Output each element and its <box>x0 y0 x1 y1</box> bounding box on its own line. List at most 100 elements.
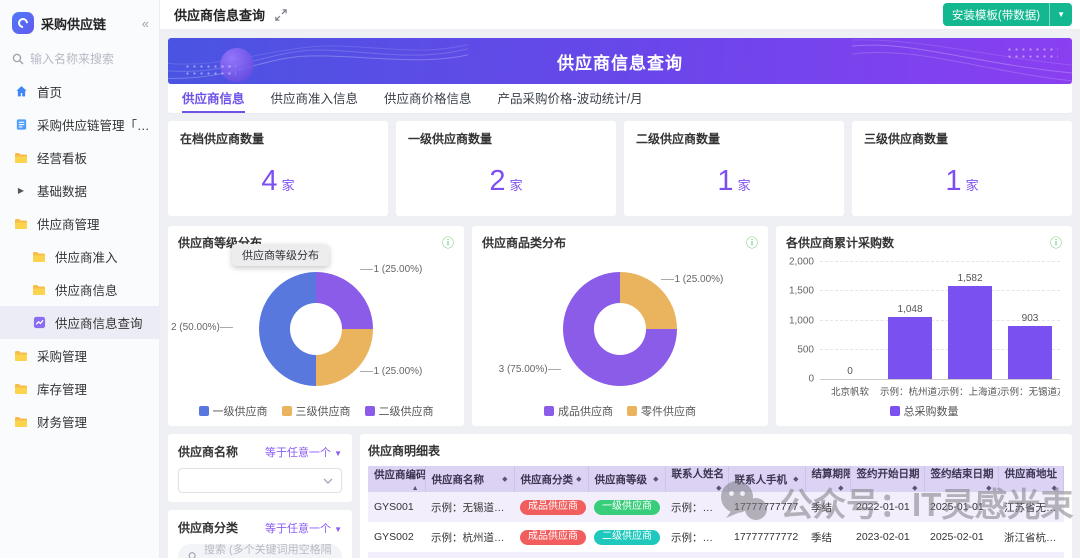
supplier-name-filter-operator[interactable]: 等于任意一个 ▼ <box>265 444 342 460</box>
x-axis-labels: 北京帆软示例：杭州道友云示例：上海道友云示例：无锡道友云 <box>820 384 1060 398</box>
bar-slot: 1,582 <box>940 286 1000 379</box>
sidebar-item-finance-mgmt[interactable]: 财务管理 <box>0 405 159 438</box>
caret-down-icon: ▼ <box>334 449 342 458</box>
table-header-2[interactable]: 供应商分类◆ <box>514 466 588 492</box>
table-header-8[interactable]: 签约结束日期◆ <box>924 466 998 492</box>
sort-icon[interactable]: ◆ <box>793 475 798 483</box>
tab-2[interactable]: 供应商价格信息 <box>384 84 472 113</box>
bar[interactable] <box>888 317 932 379</box>
table-cell: 示例：纪泽 <box>665 522 728 552</box>
sidebar-item-label: 采购管理 <box>37 346 87 365</box>
chevron-down-icon[interactable]: ▼ <box>1050 10 1072 19</box>
folder-icon <box>13 350 29 362</box>
bar-value-label: 1,048 <box>880 304 940 315</box>
sidebar-header: 采购供应链 « <box>0 10 159 36</box>
sort-icon[interactable]: ◆ <box>576 475 581 483</box>
sort-icon[interactable]: ◆ <box>912 484 917 492</box>
sidebar-item-inventory-mgmt[interactable]: 库存管理 <box>0 372 159 405</box>
fullscreen-icon[interactable] <box>275 9 287 21</box>
sidebar-item-label: 采购供应链管理「必看说明」 <box>37 115 153 134</box>
table-row[interactable]: GYS001示例：无锡道友云成品供应商一级供应商示例：徐忠17777777777… <box>368 492 1064 522</box>
table-header-6[interactable]: 结算期限 ◆ <box>805 466 850 492</box>
pie-slice-label: 2 (50.00%) <box>171 322 236 333</box>
table-header-7[interactable]: 签约开始日期◆ <box>850 466 924 492</box>
label-line <box>360 269 373 270</box>
sidebar-item-guide[interactable]: 采购供应链管理「必看说明」 <box>0 108 159 141</box>
sidebar-item-supplier-info[interactable]: 供应商信息 <box>0 273 159 306</box>
legend-item[interactable]: 一级供应商 <box>199 403 268 419</box>
supplier-category-filter-card: 供应商分类 等于任意一个 ▼ 搜索 (多个关键词用空格隔开) 全选 <box>168 510 352 558</box>
y-axis-tick: 2,000 <box>789 257 814 268</box>
legend-item[interactable]: 总采购数量 <box>890 403 959 419</box>
info-icon[interactable]: ⓘ <box>442 237 454 249</box>
sort-icon[interactable]: ◆ <box>986 484 991 492</box>
sidebar-item-supplier-info-query[interactable]: 供应商信息查询 <box>0 306 159 339</box>
table-header-3[interactable]: 供应商等级◆ <box>588 466 665 492</box>
stat-card-title: 二级供应商数量 <box>636 130 832 147</box>
sidebar-item-base-data[interactable]: ▶基础数据 <box>0 174 159 207</box>
content: 供应商信息查询 供应商信息供应商准入信息供应商价格信息产品采购价格-波动统计/月… <box>160 30 1080 558</box>
supplier-category-filter-operator[interactable]: 等于任意一个 ▼ <box>265 520 342 536</box>
tab-0[interactable]: 供应商信息 <box>182 84 245 113</box>
sort-icon[interactable]: ◆ <box>716 484 721 492</box>
category-badge: 成品供应商 <box>520 530 586 545</box>
sidebar-item-label: 财务管理 <box>37 412 87 431</box>
column-header-label: 供应商名称 <box>432 474 485 486</box>
info-icon[interactable]: ⓘ <box>1050 237 1062 249</box>
table-header-1[interactable]: 供应商名称 ◆ <box>425 466 514 492</box>
bottom-section: 供应商名称 等于任意一个 ▼ 供应商分类 等于任意一个 ▼ <box>168 434 1072 558</box>
sidebar-item-home[interactable]: 首页 <box>0 75 159 108</box>
folder-icon <box>31 284 47 296</box>
table-row[interactable]: GYS002示例：杭州道友云成品供应商二级供应商示例：纪泽17777777772… <box>368 522 1064 552</box>
sort-icon[interactable]: ◆ <box>653 475 658 483</box>
table-cell: 2023-02-01 <box>850 552 924 558</box>
folder-icon <box>13 383 29 395</box>
donut-hole <box>290 303 342 355</box>
label-line <box>220 327 233 328</box>
sidebar: 采购供应链 « 输入名称来搜索 首页采购供应链管理「必看说明」经营看板▶基础数据… <box>0 0 160 558</box>
sidebar-item-supplier-mgmt[interactable]: 供应商管理 <box>0 207 159 240</box>
bar[interactable] <box>1008 326 1052 379</box>
legend-item[interactable]: 成品供应商 <box>544 403 613 419</box>
column-header-label: 结算期限 <box>812 468 851 480</box>
table-header-4[interactable]: 联系人姓名◆ <box>665 466 728 492</box>
legend-item[interactable]: 三级供应商 <box>282 403 351 419</box>
sort-asc-icon[interactable]: ▲ <box>412 485 419 492</box>
supplier-name-select[interactable] <box>178 468 342 493</box>
pie-slice-label-text: 1 (25.00%) <box>373 366 422 377</box>
tab-3[interactable]: 产品采购价格-波动统计/月 <box>498 84 643 113</box>
sort-icon[interactable]: ◆ <box>838 484 843 492</box>
chart-legend: 成品供应商零件供应商 <box>472 403 768 419</box>
sidebar-search-input[interactable]: 输入名称来搜索 <box>12 50 147 67</box>
sidebar-item-supplier-access[interactable]: 供应商准入 <box>0 240 159 273</box>
sort-icon[interactable]: ◆ <box>502 475 507 483</box>
stat-card-value: 2 <box>489 165 505 197</box>
table-header-9[interactable]: 供应商地址 ◆ <box>998 466 1064 492</box>
legend-item[interactable]: 零件供应商 <box>627 403 696 419</box>
table-header-5[interactable]: 联系人手机◆ <box>728 466 805 492</box>
legend-swatch-icon <box>199 406 209 416</box>
table-header-0[interactable]: 供应商编码▲ <box>368 466 425 492</box>
sidebar-item-purchase-mgmt[interactable]: 采购管理 <box>0 339 159 372</box>
table-cell: 江苏省无锡市锡 <box>998 492 1064 522</box>
supplier-name-filter-label: 供应商名称 <box>178 443 238 460</box>
category-search-input[interactable]: 搜索 (多个关键词用空格隔开) <box>178 544 342 558</box>
legend-item[interactable]: 二级供应商 <box>365 403 434 419</box>
install-template-button[interactable]: 安装模板(带数据) ▼ <box>943 3 1072 26</box>
chart-card-header: 供应商品类分布ⓘ <box>482 234 758 251</box>
search-icon <box>188 551 198 558</box>
sort-icon[interactable]: ◆ <box>1052 484 1057 492</box>
label-line <box>548 369 561 370</box>
bar[interactable] <box>948 286 992 379</box>
pie-slice-label-text: 2 (50.00%) <box>171 322 220 333</box>
table-cell: 零件供应商 <box>514 552 588 558</box>
pie-slice-label-text: 1 (25.00%) <box>674 274 723 285</box>
column-header-label: 供应商地址 <box>1005 468 1058 480</box>
tab-1[interactable]: 供应商准入信息 <box>271 84 359 113</box>
table-cell: 2025-02-01 <box>924 552 998 558</box>
table-row[interactable]: GYS003示例：上海道友云零件供应商三级供应商示例：泰叔17777777775… <box>368 552 1064 558</box>
table-cell: 示例：上海道友云 <box>425 552 514 558</box>
sidebar-item-business-board[interactable]: 经营看板 <box>0 141 159 174</box>
sidebar-collapse-icon[interactable]: « <box>142 16 149 31</box>
info-icon[interactable]: ⓘ <box>746 237 758 249</box>
